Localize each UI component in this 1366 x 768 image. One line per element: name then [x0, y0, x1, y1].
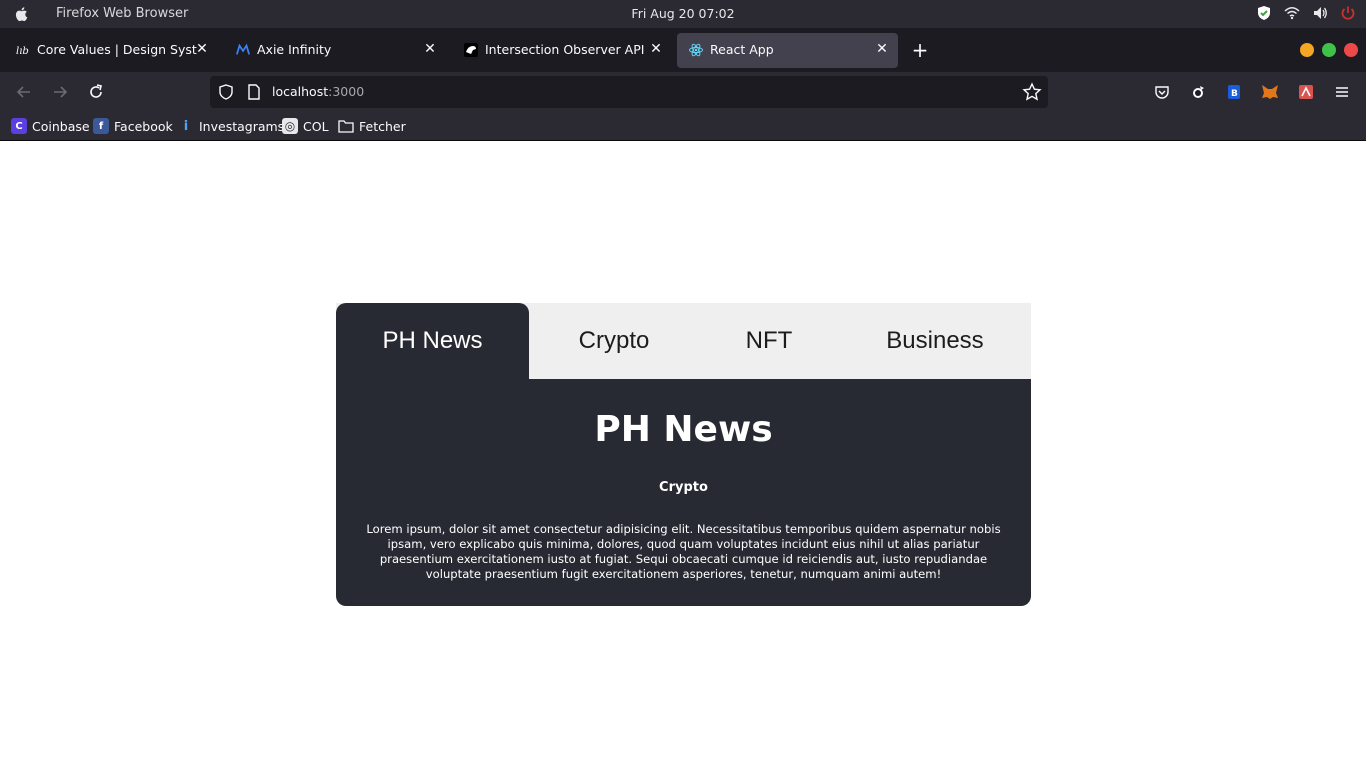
bookmark-label: Investagrams: [199, 118, 285, 134]
clock[interactable]: Fri Aug 20 07:02: [0, 6, 1366, 21]
investagrams-icon: i: [183, 118, 189, 134]
svg-text:lıb: lıb: [16, 46, 29, 57]
bookmark-folder-fetcher[interactable]: Fetcher: [338, 118, 406, 134]
address-bar[interactable]: localhost:3000: [210, 76, 1048, 108]
close-window-button[interactable]: [1344, 43, 1358, 57]
page-viewport: PH News Crypto NFT Business PH News Cryp…: [0, 141, 1366, 768]
bookmark-label: Fetcher: [359, 118, 406, 134]
react-icon: [689, 43, 703, 57]
bitwarden-icon: B: [1228, 85, 1240, 99]
url-port: :3000: [328, 84, 365, 99]
panel-subtitle: Crypto: [659, 480, 708, 495]
bookmarks-toolbar: C Coinbase f Facebook i Investagrams ◎ C…: [0, 112, 1366, 141]
pocket-button[interactable]: [1152, 82, 1172, 102]
folder-icon: [338, 118, 354, 134]
browser-tab-react-app[interactable]: React App ✕: [677, 33, 898, 68]
bookmark-col[interactable]: ◎ COL: [282, 118, 329, 134]
bookmark-label: Facebook: [114, 118, 173, 134]
browser-tab-axie-infinity[interactable]: Axie Infinity ✕: [224, 33, 446, 68]
extension-button-1[interactable]: [1188, 82, 1208, 102]
bookmark-star-icon[interactable]: [1022, 82, 1042, 102]
facebook-icon: f: [93, 118, 109, 134]
browser-navigation-bar: localhost:3000 B: [0, 72, 1366, 112]
bookmark-investagrams[interactable]: i Investagrams: [178, 118, 284, 134]
bookmark-coinbase[interactable]: C Coinbase: [11, 118, 90, 134]
red-shield-extension-icon: [1299, 85, 1313, 99]
forward-arrow-icon: [54, 86, 68, 98]
bookmark-facebook[interactable]: f Facebook: [93, 118, 173, 134]
bookmark-label: COL: [303, 118, 329, 134]
news-tabs-card: PH News Crypto NFT Business PH News Cryp…: [336, 303, 1031, 606]
browser-tab-intersection-observer[interactable]: Intersection Observer API - We ✕: [452, 33, 672, 68]
close-tab-icon[interactable]: ✕: [194, 41, 210, 57]
browser-tab-strip: lıb Core Values | Design System of ✕ Axi…: [0, 28, 1366, 72]
close-tab-icon[interactable]: ✕: [422, 41, 438, 57]
new-tab-button[interactable]: +: [909, 39, 931, 61]
bird-extension-icon: [1193, 86, 1204, 98]
back-button[interactable]: [14, 82, 34, 102]
reload-button[interactable]: [86, 82, 106, 102]
mdn-icon: [464, 43, 478, 57]
svg-text:B: B: [1231, 89, 1238, 99]
extension-button-2[interactable]: [1296, 82, 1316, 102]
panel-body-text: Lorem ipsum, dolor sit amet consectetur …: [366, 522, 1001, 581]
close-tab-icon[interactable]: ✕: [648, 41, 664, 57]
tab-label: Core Values | Design System of: [37, 42, 197, 57]
tracking-protection-icon[interactable]: [218, 84, 234, 100]
close-tab-icon[interactable]: ✕: [874, 41, 890, 57]
security-shield-icon[interactable]: [1256, 5, 1272, 21]
hamburger-menu-icon: [1336, 87, 1348, 97]
system-tray: [1256, 5, 1356, 21]
back-arrow-icon: [16, 86, 30, 98]
design-system-icon: lıb: [16, 43, 30, 57]
pocket-icon: [1155, 86, 1169, 99]
metamask-button[interactable]: [1260, 82, 1280, 102]
menu-button[interactable]: [1332, 82, 1352, 102]
news-content-panel: PH News Crypto Lorem ipsum, dolor sit am…: [336, 379, 1031, 606]
browser-tab-core-values[interactable]: lıb Core Values | Design System of ✕: [4, 33, 218, 68]
col-icon: ◎: [282, 118, 298, 134]
tab-label: Intersection Observer API - We: [485, 42, 649, 57]
url-host: localhost: [272, 84, 329, 99]
wifi-icon[interactable]: [1284, 5, 1300, 21]
page-info-icon[interactable]: [246, 84, 262, 100]
tab-crypto[interactable]: Crypto: [529, 303, 699, 379]
bitwarden-button[interactable]: B: [1224, 82, 1244, 102]
url-text[interactable]: localhost:3000: [272, 84, 364, 99]
bookmark-label: Coinbase: [32, 118, 90, 134]
system-top-bar: Firefox Web Browser Fri Aug 20 07:02: [0, 0, 1366, 28]
news-tabs-row: PH News Crypto NFT Business: [336, 303, 1031, 379]
tab-label: React App: [710, 42, 774, 57]
panel-title: PH News: [594, 409, 773, 450]
reload-icon: [90, 84, 102, 98]
coinbase-icon: C: [11, 118, 27, 134]
tab-nft[interactable]: NFT: [699, 303, 839, 379]
metamask-fox-icon: [1262, 85, 1278, 99]
axie-icon: [236, 43, 250, 57]
tab-ph-news[interactable]: PH News: [336, 303, 529, 379]
tab-label: Axie Infinity: [257, 42, 332, 57]
volume-icon[interactable]: [1312, 5, 1328, 21]
maximize-window-button[interactable]: [1322, 43, 1336, 57]
forward-button[interactable]: [50, 82, 70, 102]
power-icon[interactable]: [1340, 5, 1356, 21]
minimize-window-button[interactable]: [1300, 43, 1314, 57]
tab-business[interactable]: Business: [839, 303, 1031, 379]
